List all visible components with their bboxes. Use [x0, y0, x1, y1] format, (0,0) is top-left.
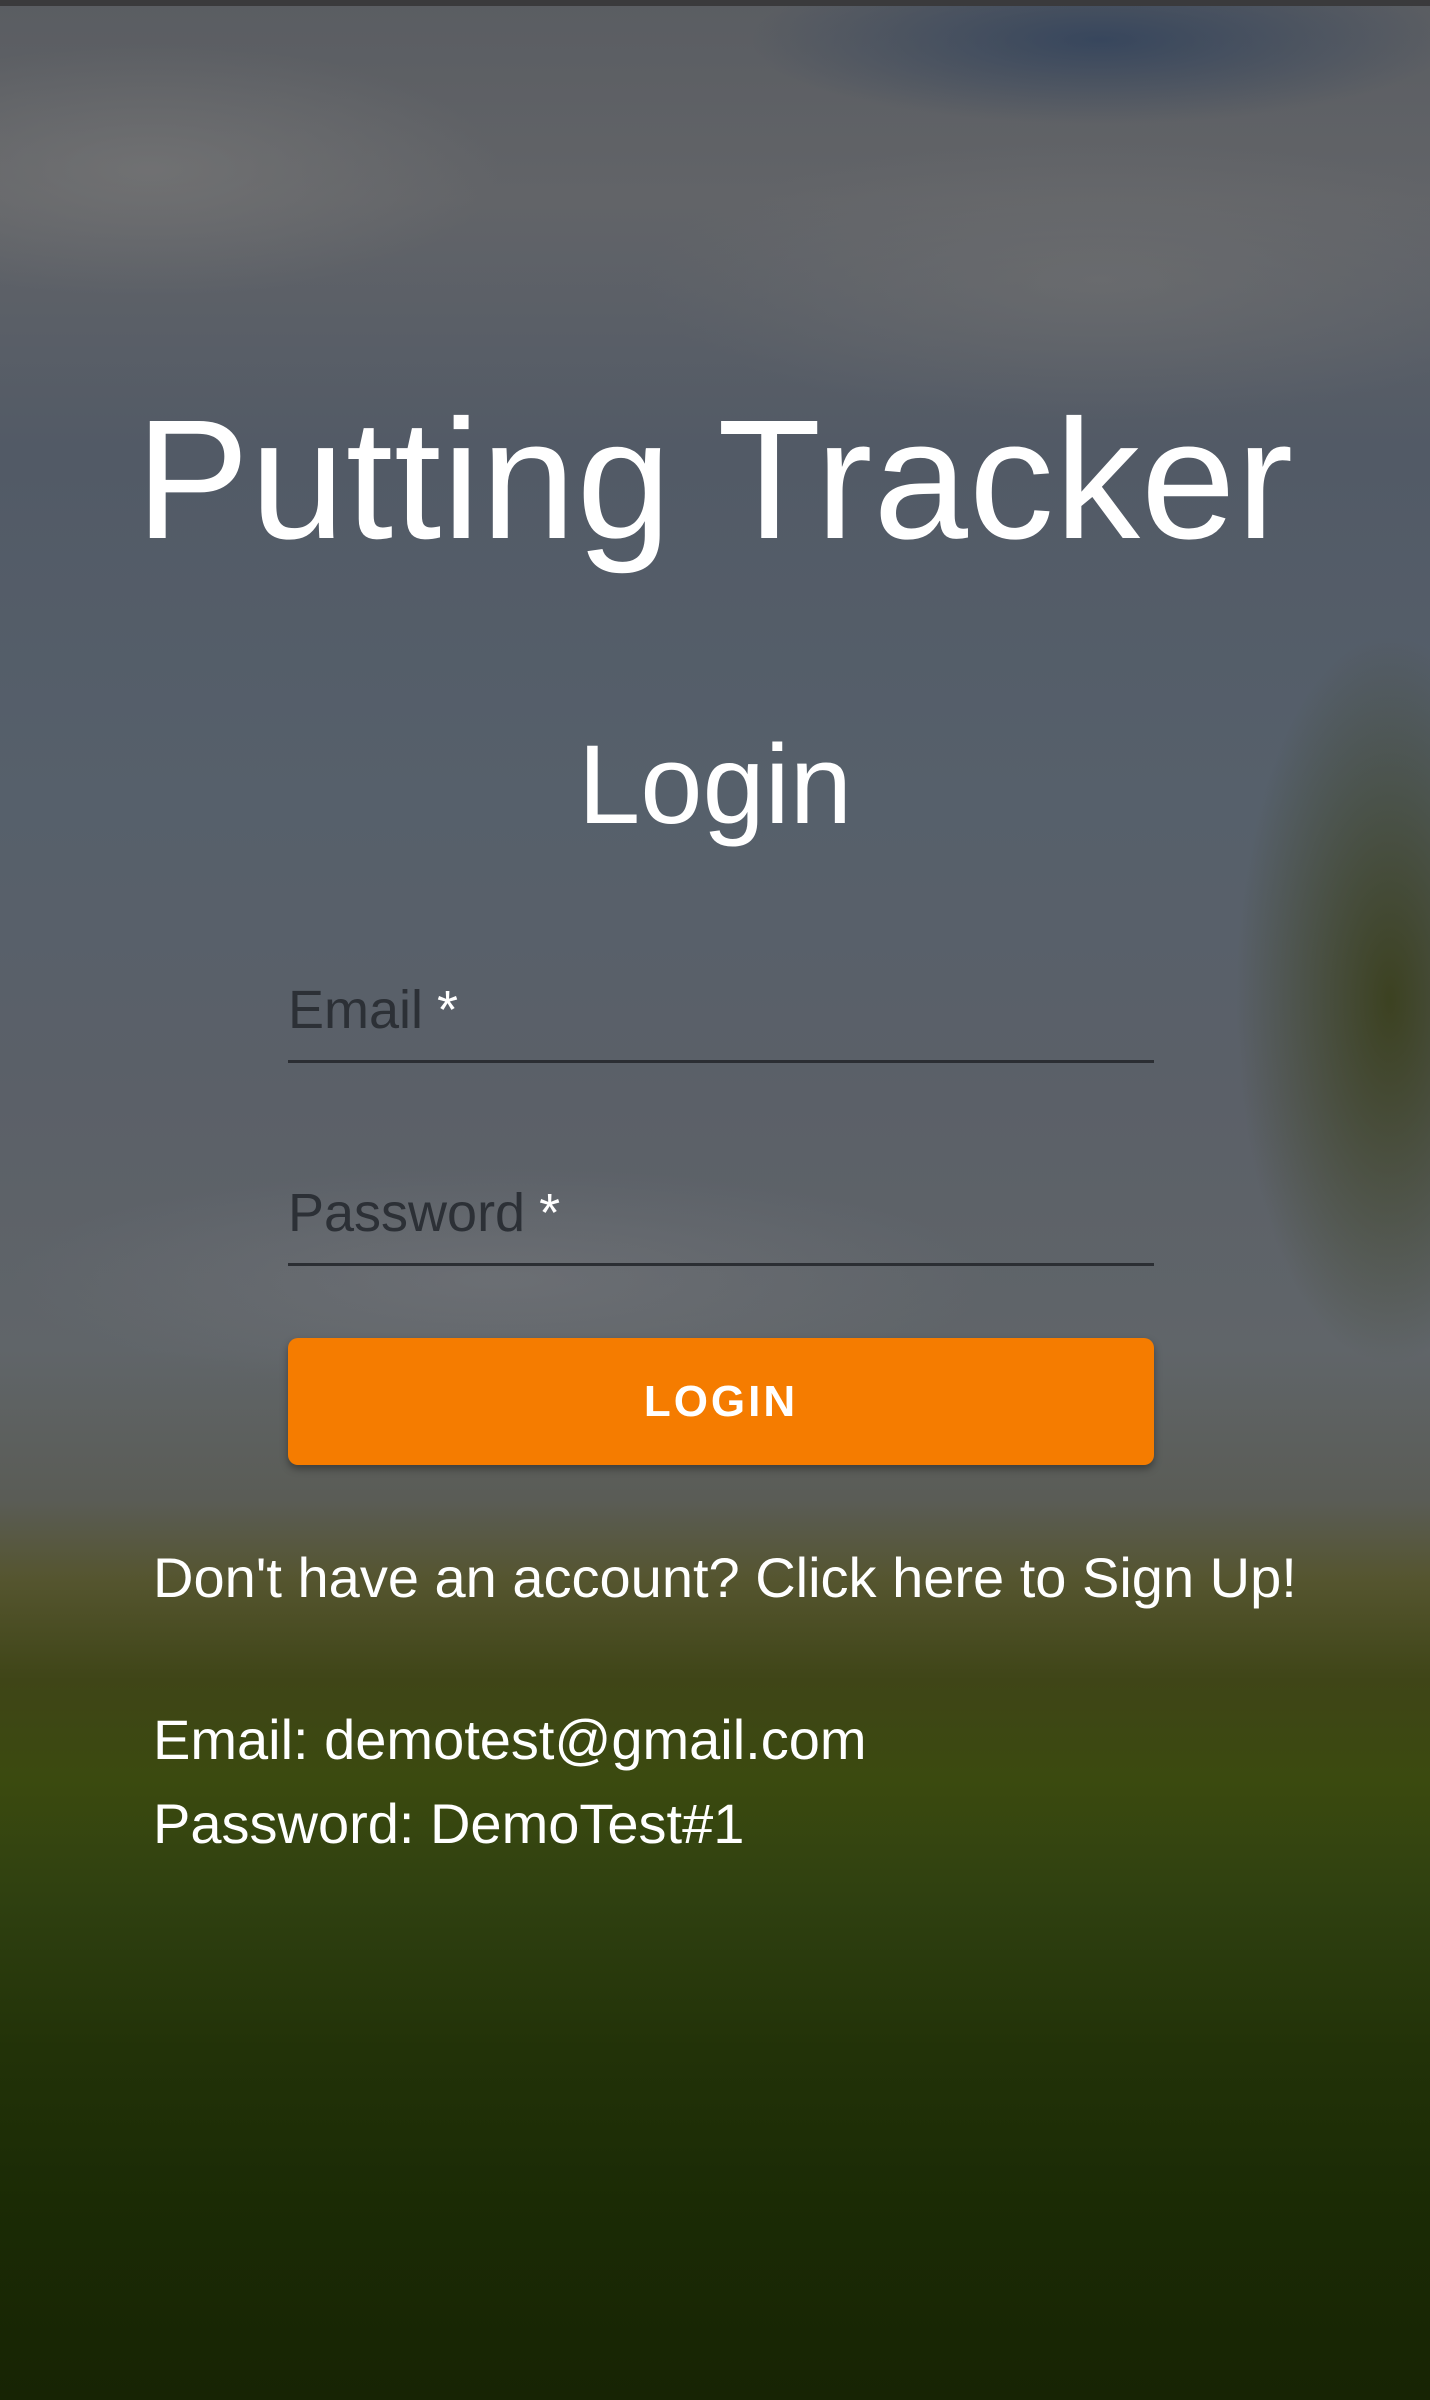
page-title: Login [577, 722, 853, 847]
demo-credentials: Email: demotest@gmail.com Password: Demo… [153, 1698, 867, 1866]
login-button[interactable]: LOGIN [288, 1338, 1154, 1465]
password-field[interactable]: Password * [288, 1183, 1154, 1266]
app-title: Putting Tracker [135, 385, 1295, 575]
password-input[interactable] [288, 1183, 1154, 1263]
email-input[interactable] [288, 980, 1154, 1060]
signup-link[interactable]: Don't have an account? Click here to Sig… [153, 1545, 1297, 1611]
login-screen: Putting Tracker Login Email * Password * L… [0, 0, 1430, 2400]
demo-email-text: Email: demotest@gmail.com [153, 1708, 867, 1771]
demo-password-text: Password: DemoTest#1 [153, 1792, 745, 1855]
email-field[interactable]: Email * [288, 980, 1154, 1063]
